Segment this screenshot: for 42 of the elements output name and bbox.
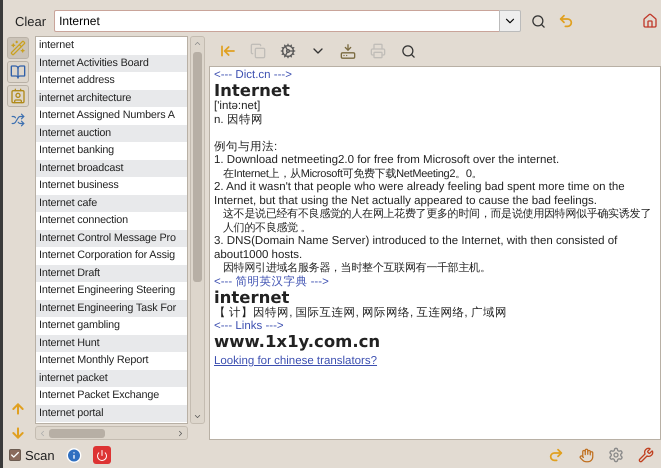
definition-text: 例句与用法:	[214, 140, 278, 154]
source-heading: <--- Dict.cn --->	[214, 69, 293, 82]
definition-text: 【 计】因特网, 国际互连网, 网际网络, 互连网络, 广域网	[214, 306, 508, 320]
headword: Internet	[214, 82, 291, 100]
scroll-up-icon[interactable]	[193, 39, 202, 48]
clear-button[interactable]: Clear	[13, 12, 48, 30]
card-icon[interactable]	[7, 85, 29, 107]
word-list-item[interactable]: Internet Draft	[36, 264, 187, 282]
translators-link[interactable]: Looking for chinese translators?	[214, 355, 378, 368]
scroll-down-icon[interactable]	[193, 412, 202, 421]
headword: www.1x1y.com.cn	[214, 333, 382, 351]
word-list-item[interactable]: Internet cafe	[36, 194, 187, 212]
book-icon[interactable]	[7, 61, 29, 83]
word-list-item[interactable]: Internet Activities Board	[36, 54, 187, 72]
word-list-item[interactable]: Internet Engineering Task For	[36, 300, 187, 317]
word-list-item[interactable]: internet architecture	[36, 90, 187, 107]
source-heading: <--- 简明英汉字典 --->	[214, 276, 330, 288]
translation-text: 这不是说已经有不良感觉的人在网上花费了更多的时间，而是说使用因特网似乎确实诱发了人们的不良感觉 。	[222, 208, 652, 235]
definition-text: 2. And it wasn't that people who were already feeling bad spent more time on the Internet, but that using the Net actually appeared to cause the bad feelings.	[214, 181, 626, 208]
check-icon	[10, 450, 20, 460]
source-heading: <--- Links --->	[214, 320, 285, 333]
translation-text: 在Internet上，从Microsoft可免费下载NetMeeting2。0。	[222, 168, 484, 181]
word-list-item[interactable]: internet packet	[36, 370, 187, 387]
headword: internet	[214, 288, 290, 306]
horizontal-scrollbar[interactable]	[35, 426, 188, 440]
vertical-scrollbar[interactable]	[190, 36, 205, 424]
definition-text: ['intə:net]	[214, 100, 262, 114]
power-icon[interactable]	[92, 446, 111, 464]
definition-text: 3. DNS(Domain Name Server) introduced to the Internet, with then consisted of about1000 hosts.	[214, 235, 618, 262]
word-list-item[interactable]: Internet broadcast	[36, 160, 187, 177]
scan-checkbox[interactable]	[9, 449, 21, 461]
definition-text: 1. Download netmeeting2.0 for free from Microsoft over the internet.	[214, 154, 560, 168]
scan-label[interactable]: Scan	[25, 448, 55, 462]
dropdown-button[interactable]	[499, 10, 521, 32]
word-list-item[interactable]: Internet Control Message Pro	[36, 230, 187, 247]
definition-text: n. 因特网	[214, 114, 264, 127]
translation-text: 因特网引进域名服务器，当时整个互联网有一千部主机。	[222, 262, 492, 275]
search-field[interactable]: Internet	[54, 10, 499, 32]
word-list-item[interactable]: Internet portal	[36, 404, 187, 422]
scroll-right-icon[interactable]	[176, 428, 185, 438]
word-list-item[interactable]: Internet auction	[36, 124, 187, 142]
word-list-item[interactable]: Internet Hunt	[36, 334, 187, 352]
